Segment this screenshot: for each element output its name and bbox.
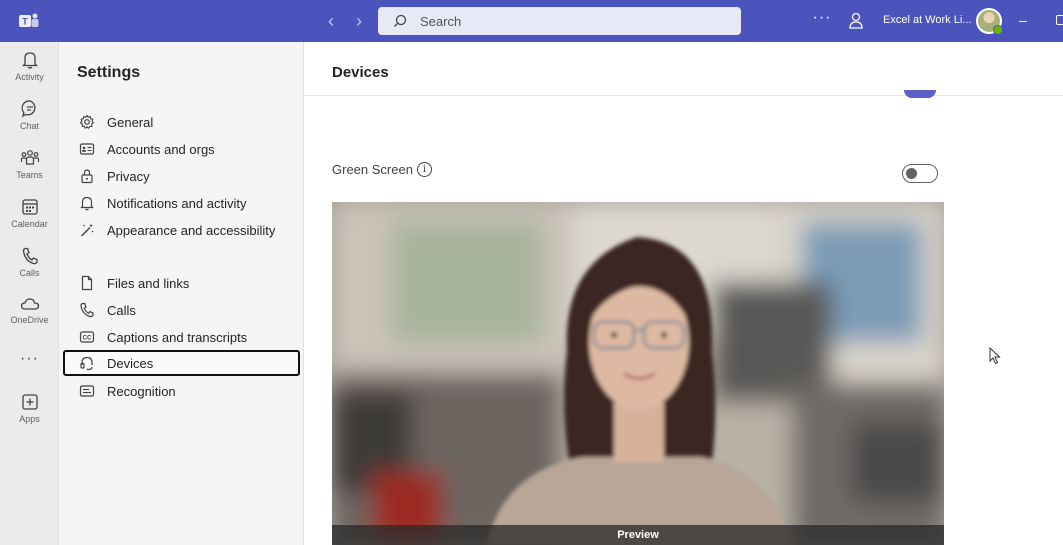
main-content: Devices Green Screen i Preview	[304, 42, 1063, 545]
mouse-cursor-icon	[989, 347, 1001, 365]
green-screen-toggle[interactable]	[902, 164, 938, 183]
avatar[interactable]	[976, 8, 1003, 35]
chat-icon	[21, 100, 35, 118]
bell-icon	[79, 195, 95, 211]
maximize-button[interactable]	[1056, 15, 1063, 25]
svg-text:CC: CC	[83, 336, 92, 342]
app-rail: Activity Chat Teams Calendar Calls OneDr…	[0, 42, 59, 545]
teams-icon	[20, 150, 39, 165]
settings-item-label: General	[107, 114, 154, 130]
main-header: Devices	[304, 42, 1063, 96]
forward-icon[interactable]: ›	[350, 11, 368, 31]
search-input[interactable]: Search	[378, 7, 741, 35]
rail-item-calls[interactable]: Calls	[0, 246, 59, 292]
info-icon[interactable]: i	[416, 162, 432, 177]
settings-item-files[interactable]: Files and links	[63, 270, 300, 296]
toggle-switch-above[interactable]	[904, 90, 936, 98]
settings-item-label: Files and links	[107, 275, 190, 291]
search-icon	[394, 14, 407, 27]
settings-title: Settings	[77, 64, 141, 81]
rail-label: Activity	[15, 72, 44, 82]
id-card-icon	[79, 141, 95, 157]
cc-icon: CC	[79, 329, 95, 345]
camera-feed-image	[332, 202, 944, 545]
settings-item-label: Notifications and activity	[107, 195, 247, 211]
page-title: Devices	[332, 64, 389, 81]
rail-item-onedrive[interactable]: OneDrive	[0, 295, 59, 341]
wand-icon	[79, 222, 95, 238]
headset-icon	[79, 355, 95, 371]
settings-item-label: Calls	[107, 302, 136, 318]
settings-item-label: Captions and transcripts	[107, 329, 248, 345]
phone-icon	[79, 302, 95, 318]
green-screen-row: Green Screen i	[332, 162, 432, 177]
rail-item-chat[interactable]: Chat	[0, 99, 59, 145]
more-apps-icon[interactable]: ···	[0, 350, 59, 368]
rail-label: Apps	[19, 414, 40, 424]
settings-item-devices[interactable]: Devices	[63, 350, 300, 376]
rail-label: Calendar	[11, 219, 48, 229]
minimize-button[interactable]: –	[1016, 12, 1030, 30]
calendar-icon	[21, 199, 38, 215]
bell-icon	[21, 52, 38, 69]
title-bar: T ‹ › Search ··· Excel at Work Li... –	[0, 0, 1063, 42]
settings-item-label: Recognition	[107, 383, 176, 399]
settings-panel: Settings General Accounts and orgs Priva…	[59, 42, 304, 545]
camera-preview: Preview	[332, 202, 944, 545]
settings-item-accounts[interactable]: Accounts and orgs	[63, 136, 300, 162]
settings-item-appearance[interactable]: Appearance and accessibility	[63, 217, 300, 243]
phone-icon	[22, 247, 38, 265]
gear-icon	[79, 114, 95, 130]
rail-item-teams[interactable]: Teams	[0, 148, 59, 194]
settings-item-captions[interactable]: CC Captions and transcripts	[63, 324, 300, 350]
settings-item-label: Devices	[107, 355, 154, 371]
recognition-icon	[79, 383, 95, 399]
rail-label: Calls	[19, 268, 40, 278]
settings-item-general[interactable]: General	[63, 109, 300, 135]
settings-item-label: Appearance and accessibility	[107, 222, 276, 238]
green-screen-label: Green Screen	[332, 162, 413, 177]
settings-item-recognition[interactable]: Recognition	[63, 378, 300, 404]
settings-item-label: Accounts and orgs	[107, 141, 215, 157]
more-options-icon[interactable]: ···	[812, 9, 832, 31]
rail-label: Chat	[19, 121, 39, 131]
rail-label: Teams	[16, 170, 43, 180]
rail-label: OneDrive	[10, 315, 49, 325]
file-icon	[79, 275, 95, 291]
rail-item-apps[interactable]: Apps	[0, 392, 59, 438]
preview-label: Preview	[332, 525, 944, 545]
teams-logo-icon[interactable]: T	[18, 10, 40, 32]
settings-item-calls[interactable]: Calls	[63, 297, 300, 323]
settings-item-privacy[interactable]: Privacy	[63, 163, 300, 189]
rail-item-calendar[interactable]: Calendar	[0, 197, 59, 243]
org-name[interactable]: Excel at Work Li...	[883, 14, 971, 26]
lock-icon	[79, 168, 95, 184]
settings-item-label: Privacy	[107, 168, 150, 184]
rail-item-activity[interactable]: Activity	[0, 50, 59, 96]
people-icon[interactable]	[847, 11, 865, 31]
back-icon[interactable]: ‹	[322, 11, 340, 31]
search-placeholder: Search	[420, 13, 462, 29]
presence-status-icon	[993, 25, 1003, 35]
add-app-icon	[21, 394, 38, 410]
toggle-knob	[906, 168, 917, 179]
svg-text:T: T	[22, 17, 28, 27]
settings-item-notifications[interactable]: Notifications and activity	[63, 190, 300, 216]
cloud-icon	[20, 298, 39, 310]
